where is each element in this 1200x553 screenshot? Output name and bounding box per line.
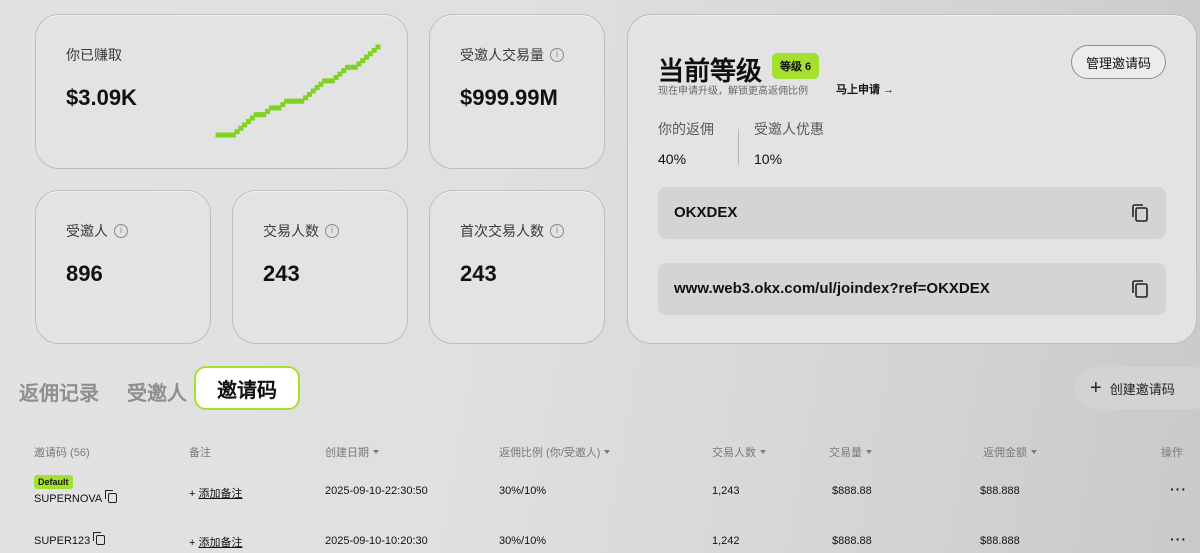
code-value: SUPER123 [34,535,91,547]
header-label: 创建日期 [325,447,369,459]
header-label: 返佣金额 [983,447,1027,459]
table-row-code: SUPER123 [34,532,106,547]
info-icon[interactable]: i [114,224,128,238]
rebate-ratio: 30%/10% [499,485,547,497]
create-code-button[interactable]: + 创建邀请码 [1074,367,1200,409]
tab-rebate-records[interactable]: 返佣记录 [19,377,99,406]
column-header-volume[interactable]: 交易量 [829,444,872,460]
more-icon[interactable]: ··· [1170,481,1187,497]
add-note-label: 添加备注 [198,488,243,500]
apply-upgrade-link[interactable]: 马上申请 → [836,81,894,97]
referral-code: OKXDEX [674,204,738,221]
traders-count: 1,242 [712,535,740,547]
level-card: 当前等级 等级 6 现在申请升级，解锁更高返佣比例 马上申请 → 管理邀请码 你… [627,14,1197,344]
default-badge: Default [34,475,73,489]
column-header-code: 邀请码 (56) [34,444,90,460]
invitees-label: 受邀人 [66,223,108,239]
create-code-label: 创建邀请码 [1109,381,1175,397]
earned-trend-chart [215,44,381,138]
invitees-card: 受邀人 i 896 [35,190,211,344]
info-icon[interactable]: i [325,224,339,238]
header-label: 返佣比例 (你/受邀人) [499,447,601,459]
info-icon[interactable]: i [550,48,564,62]
rebate-amount: $88.888 [980,535,1020,547]
sort-icon [373,450,379,454]
add-note-link[interactable]: + 添加备注 [189,485,242,501]
volume-value: $999.99M [460,85,558,110]
volume-amount: $888.88 [832,485,872,497]
sort-icon [1031,450,1037,454]
volume-label: 受邀人交易量 [460,47,544,63]
header-label: 备注 [189,447,211,459]
created-date: 2025-09-10-10:20:30 [325,535,428,547]
traders-label-wrap: 交易人数 i [263,221,339,241]
header-label: 交易量 [829,447,862,459]
invitees-value: 896 [66,261,103,286]
tab-invitees[interactable]: 受邀人 [127,377,187,406]
your-rebate-value: 40% [658,151,687,167]
info-icon[interactable]: i [550,224,564,238]
column-header-traders[interactable]: 交易人数 [712,444,766,460]
add-note-label: 添加备注 [198,537,243,549]
referral-code-box: OKXDEX [658,187,1166,239]
invitee-discount-value: 10% [754,151,783,167]
referral-link: www.web3.okx.com/ul/joindex?ref=OKXDEX [674,280,990,297]
header-label: 交易人数 [712,447,756,459]
manage-codes-button[interactable]: 管理邀请码 [1070,45,1166,79]
column-header-ratio[interactable]: 返佣比例 (你/受邀人) [499,444,611,460]
sort-icon [760,450,766,454]
column-header-note: 备注 [189,444,211,460]
rebate-ratio: 30%/10% [499,535,547,547]
code-value: SUPERNOVA [34,493,103,505]
first-traders-value: 243 [460,261,497,286]
level-subtitle: 现在申请升级，解锁更高返佣比例 [658,86,808,97]
header-label: 邀请码 (56) [34,447,90,459]
column-header-rebate[interactable]: 返佣金额 [983,444,1037,460]
volume-label-wrap: 受邀人交易量 i [460,45,564,65]
volume-card: 受邀人交易量 i $999.99M [429,14,605,169]
sort-icon [604,450,611,454]
copy-icon[interactable] [105,490,118,503]
traders-label: 交易人数 [263,223,319,239]
column-header-actions: 操作 [1161,444,1183,460]
copy-icon[interactable] [93,532,106,545]
first-traders-card: 首次交易人数 i 243 [429,190,605,344]
first-traders-label-wrap: 首次交易人数 i [460,221,564,241]
referral-link-box: www.web3.okx.com/ul/joindex?ref=OKXDEX [658,263,1166,315]
traders-count: 1,243 [712,485,740,497]
invitees-label-wrap: 受邀人 i [66,221,128,241]
level-badge: 等级 6 [772,53,820,79]
column-header-created[interactable]: 创建日期 [325,444,379,460]
plus-icon: + [1090,377,1102,399]
rebate-amount: $88.888 [980,485,1020,497]
invitee-discount-label: 受邀人优惠 [754,121,824,137]
created-date: 2025-09-10-22:30:50 [325,485,428,497]
header-label: 操作 [1161,447,1183,459]
first-traders-label: 首次交易人数 [460,223,544,239]
trend-point [375,44,381,50]
rate-divider [738,129,739,165]
earned-card: 你已赚取 $3.09K [35,14,408,169]
sort-icon [866,450,872,454]
tab-invite-codes[interactable]: 邀请码 [194,366,300,410]
copy-icon[interactable] [1132,280,1148,298]
table-row-code: SUPERNOVA [34,490,118,505]
traders-card: 交易人数 i 243 [232,190,408,344]
more-icon[interactable]: ··· [1170,531,1187,547]
volume-amount: $888.88 [832,535,872,547]
copy-icon[interactable] [1132,204,1148,222]
your-rebate-label: 你的返佣 [658,121,714,137]
add-note-link[interactable]: + 添加备注 [189,534,242,550]
traders-value: 243 [263,261,300,286]
